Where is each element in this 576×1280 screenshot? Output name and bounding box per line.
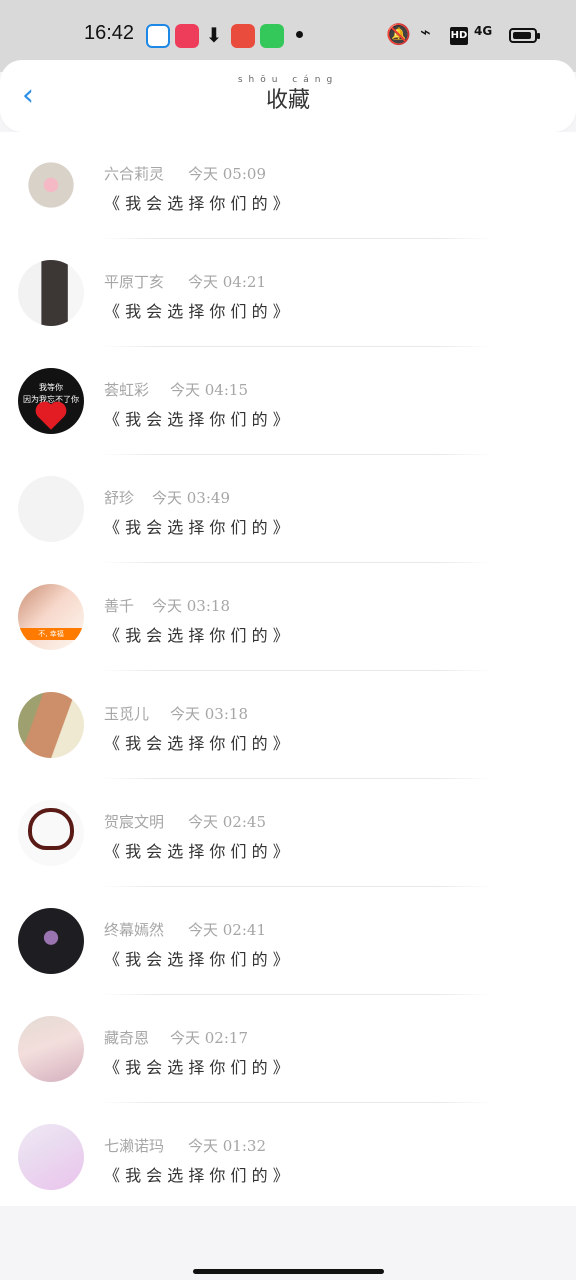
message-preview: 《 我 会 选 择 你 们 的 》 (104, 734, 289, 753)
home-indicator[interactable] (193, 1269, 384, 1274)
message-preview: 《 我 会 选 择 你 们 的 》 (104, 194, 289, 213)
list-item[interactable]: 藏奇恩 今天 02:17 《 我 会 选 择 你 们 的 》 (0, 996, 576, 1103)
divider (100, 670, 494, 671)
hd-icon: HD (450, 27, 468, 45)
contact-name: 六合莉灵 (104, 165, 165, 183)
timestamp: 今天 03:49 (152, 489, 230, 507)
video-app-icon (175, 24, 199, 48)
list-item[interactable]: 终幕嫣然 今天 02:41 《 我 会 选 择 你 们 的 》 (0, 888, 576, 995)
contact-name: 藏奇恩 (104, 1029, 150, 1047)
shopping-app-icon (231, 24, 255, 48)
heart-icon (38, 404, 64, 430)
contact-name: 荟虹彩 (104, 381, 150, 399)
timestamp: 今天 03:18 (152, 597, 230, 615)
divider (100, 1102, 494, 1103)
page-title: 收藏 (265, 88, 310, 113)
more-notifications-icon (296, 31, 303, 38)
divider (100, 562, 494, 563)
avatar[interactable] (18, 152, 84, 218)
timestamp: 今天 04:21 (188, 273, 266, 291)
message-preview: 《 我 会 选 择 你 们 的 》 (104, 842, 289, 861)
contact-name: 舒珍 (104, 489, 135, 507)
contact-name: 善千 (104, 597, 135, 615)
status-time: 16:42 (84, 22, 135, 44)
app-notification-icon (146, 24, 170, 48)
favorites-list: 六合莉灵 今天 05:09 《 我 会 选 择 你 们 的 》 平原丁亥 今天 … (0, 132, 576, 1206)
message-preview: 《 我 会 选 择 你 们 的 》 (104, 302, 289, 321)
avatar[interactable] (18, 908, 84, 974)
timestamp: 今天 05:09 (188, 165, 266, 183)
divider (100, 238, 494, 239)
list-item[interactable]: 六合莉灵 今天 05:09 《 我 会 选 择 你 们 的 》 (0, 132, 576, 239)
avatar[interactable] (18, 692, 84, 758)
list-item[interactable]: 七濑诺玛 今天 01:32 《 我 会 选 择 你 们 的 》 (0, 1104, 576, 1211)
avatar[interactable] (18, 800, 84, 866)
message-preview: 《 我 会 选 择 你 们 的 》 (104, 626, 289, 645)
timestamp: 今天 03:18 (170, 705, 248, 723)
avatar[interactable] (18, 476, 84, 542)
timestamp: 今天 02:45 (188, 813, 266, 831)
divider (100, 994, 494, 995)
message-preview: 《 我 会 选 择 你 们 的 》 (104, 950, 289, 969)
timestamp: 今天 02:41 (188, 921, 266, 939)
avatar[interactable]: 我等你 因为我忘不了你 (18, 368, 84, 434)
list-item[interactable]: 不, 幸福 善千 今天 03:18 《 我 会 选 择 你 们 的 》 (0, 564, 576, 671)
panda-avatar-face (28, 808, 74, 850)
header: ‹ shōu cáng 收藏 (0, 60, 576, 132)
avatar[interactable]: 不, 幸福 (18, 584, 84, 650)
contact-name: 终幕嫣然 (104, 921, 165, 939)
divider (100, 886, 494, 887)
list-item[interactable]: 玉觅儿 今天 03:18 《 我 会 选 择 你 们 的 》 (0, 672, 576, 779)
divider (100, 454, 494, 455)
message-preview: 《 我 会 选 择 你 们 的 》 (104, 1058, 289, 1077)
download-icon: ⬇ (205, 23, 223, 47)
battery-icon (509, 28, 537, 43)
gift-app-icon (260, 24, 284, 48)
list-item[interactable]: 贺宸文明 今天 02:45 《 我 会 选 择 你 们 的 》 (0, 780, 576, 887)
avatar-tag: 不, 幸福 (18, 628, 84, 640)
divider (100, 346, 494, 347)
message-preview: 《 我 会 选 择 你 们 的 》 (104, 410, 289, 429)
list-item[interactable]: 我等你 因为我忘不了你 荟虹彩 今天 04:15 《 我 会 选 择 你 们 的… (0, 348, 576, 455)
avatar[interactable] (18, 1016, 84, 1082)
list-item[interactable]: 舒珍 今天 03:49 《 我 会 选 择 你 们 的 》 (0, 456, 576, 563)
network-label: 4G (474, 24, 493, 38)
message-preview: 《 我 会 选 择 你 们 的 》 (104, 1166, 289, 1185)
wifi-icon: ⌁ (420, 22, 431, 43)
list-item[interactable]: 平原丁亥 今天 04:21 《 我 会 选 择 你 们 的 》 (0, 240, 576, 347)
contact-name: 平原丁亥 (104, 273, 165, 291)
avatar[interactable] (18, 1124, 84, 1190)
avatar[interactable] (18, 260, 84, 326)
mute-icon: 🔕 (386, 22, 411, 46)
contact-name: 七濑诺玛 (104, 1137, 165, 1155)
contact-name: 玉觅儿 (104, 705, 150, 723)
timestamp: 今天 01:32 (188, 1137, 266, 1155)
battery-tip (537, 33, 540, 39)
contact-name: 贺宸文明 (104, 813, 165, 831)
message-preview: 《 我 会 选 择 你 们 的 》 (104, 518, 289, 537)
divider (100, 778, 494, 779)
timestamp: 今天 04:15 (170, 381, 248, 399)
timestamp: 今天 02:17 (170, 1029, 248, 1047)
